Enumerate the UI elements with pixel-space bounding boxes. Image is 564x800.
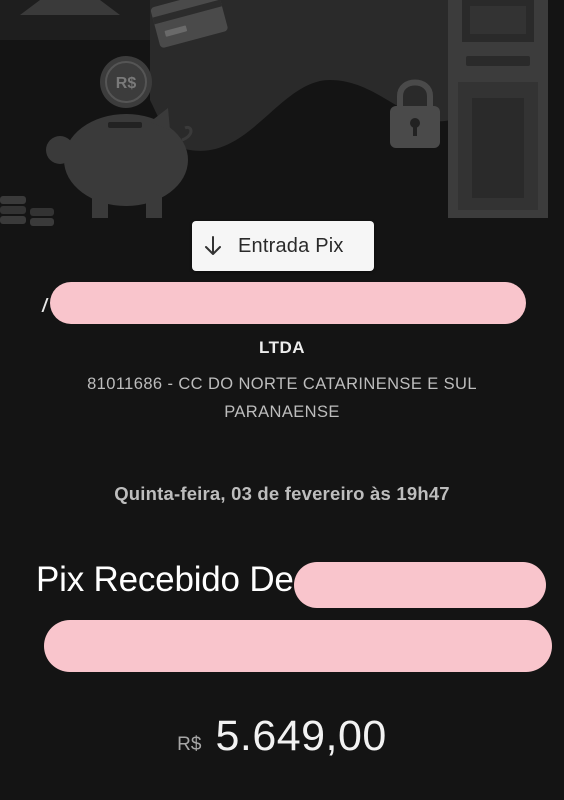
bank-info-line-2: PARANAENSE (224, 403, 340, 421)
coin-icon: R$ (100, 56, 152, 108)
redacted-message-name (294, 562, 546, 608)
transaction-amount: R$ 5.649,00 (0, 712, 564, 761)
atm-icon (448, 0, 548, 218)
coin-stack-icon (0, 196, 54, 226)
currency-symbol: R$ (177, 734, 202, 755)
arrow-down-icon (205, 236, 221, 255)
hero-illustration: R$ (0, 0, 548, 226)
transaction-type-pill[interactable]: Entrada Pix (192, 221, 374, 271)
bank-info: 81011686 - CC DO NORTE CATARINENSE E SUL… (60, 370, 504, 426)
transaction-message: Pix Recebido De (36, 560, 294, 599)
piggy-bank-icon (46, 108, 193, 218)
bank-info-line-1: 81011686 - CC DO NORTE CATARINENSE E SUL (87, 375, 477, 393)
redacted-sender-name (50, 282, 526, 324)
transaction-type-label: Entrada Pix (238, 234, 344, 257)
company-suffix: LTDA (258, 338, 306, 357)
svg-text:R$: R$ (116, 75, 137, 92)
redacted-message-line (44, 620, 552, 672)
amount-value: 5.649,00 (215, 712, 387, 760)
pix-receipt-screen: R$ Entrada Pix LTDA 81011686 - CC DO NOR… (0, 0, 564, 800)
transaction-date: Quinta-feira, 03 de fevereiro às 19h47 (114, 483, 450, 504)
